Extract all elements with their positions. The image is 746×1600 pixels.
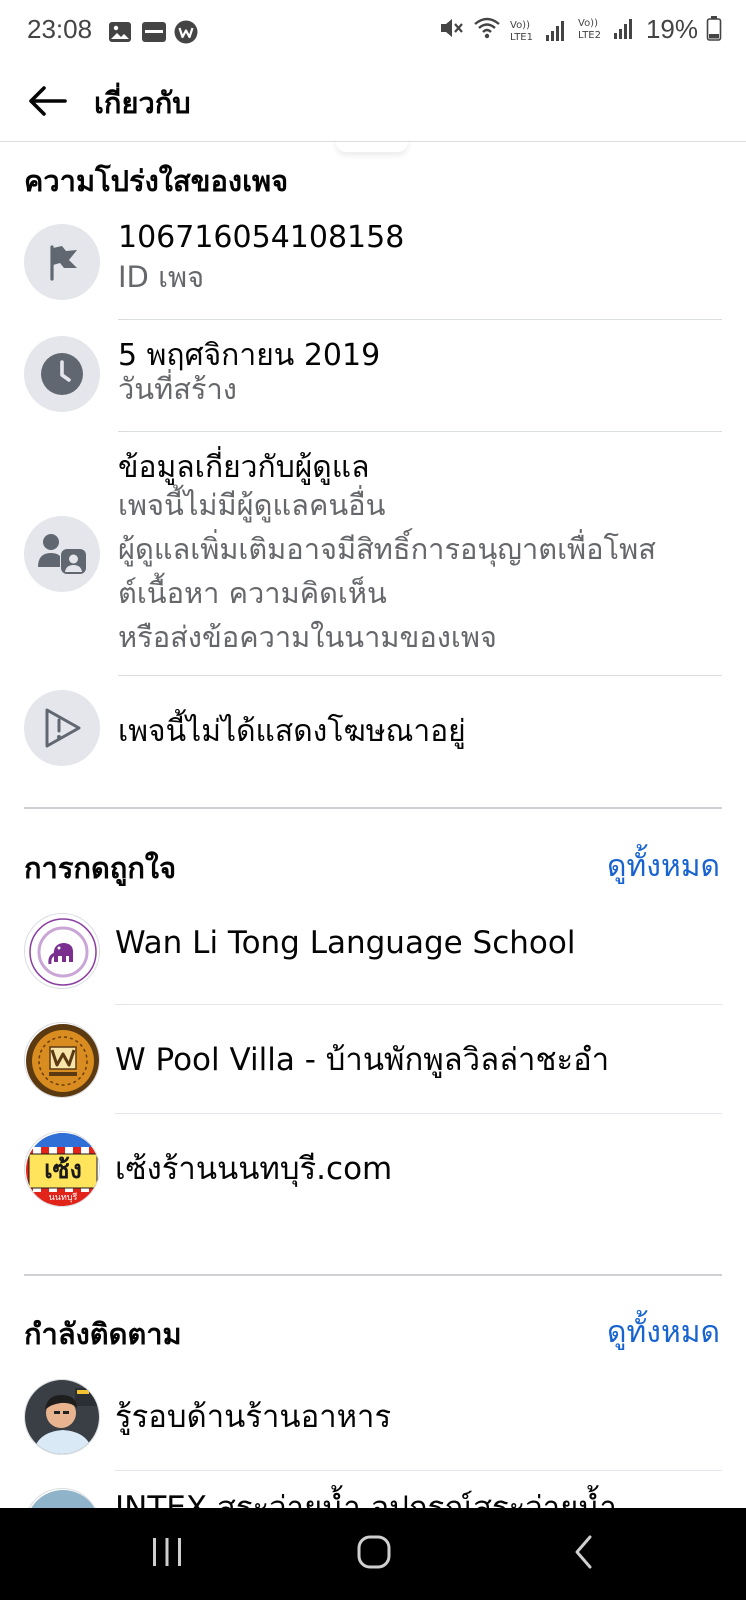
admin-info-line: ต์เนื้อหา ความคิดเห็น xyxy=(118,576,387,610)
following-page-name: INTEX สระว่ายน้ำ อุปกรณ์สระว่ายน้ำ xyxy=(115,1490,617,1508)
section-divider xyxy=(24,807,722,809)
home-button[interactable] xyxy=(344,1528,404,1580)
section-divider xyxy=(24,1274,722,1276)
divider xyxy=(118,319,722,320)
battery-percent: 19% xyxy=(645,14,698,44)
admin-info-line: เพจนี้ไม่มีผู้ดูแลคนอื่น xyxy=(118,488,386,522)
back-icon xyxy=(572,1534,596,1574)
liked-page-item[interactable]: เซ้ง นนทบุรี เซ้งร้านนนทบุรี.com xyxy=(0,1115,746,1223)
divider xyxy=(115,1004,722,1005)
battery-icon xyxy=(706,15,722,45)
divider xyxy=(115,1113,722,1114)
status-bar: 23:08 Vo)) LTE1 Vo)) LTE2 19% xyxy=(0,0,746,64)
scroll-shadow xyxy=(336,132,408,152)
liked-page-name: W Pool Villa - บ้านพักพูลวิลล่าชะอำ xyxy=(115,1042,610,1078)
divider xyxy=(118,431,722,432)
divider xyxy=(118,675,722,676)
svg-text:Vo)): Vo)) xyxy=(578,18,598,29)
back-nav-button[interactable] xyxy=(554,1528,614,1580)
svg-text:Vo)): Vo)) xyxy=(510,20,530,31)
page-title: เกี่ยวกับ xyxy=(94,86,191,120)
wifi-icon xyxy=(472,15,502,45)
avatar xyxy=(24,1488,100,1508)
ads-row: เพจนี้ไม่ได้แสดงโฆษณาอยู่ xyxy=(0,690,746,780)
page-id-label: ID เพจ xyxy=(118,260,205,294)
flag-icon xyxy=(24,224,100,300)
recents-icon xyxy=(149,1535,185,1573)
clock-icon xyxy=(24,336,100,412)
page-id-row: 106716054108158 ID เพจ xyxy=(0,218,746,318)
avatar-subtext: นนทบุรี xyxy=(48,1193,78,1203)
arrow-left-icon xyxy=(27,85,67,121)
following-page-item[interactable]: INTEX สระว่ายน้ำ อุปกรณ์สระว่ายน้ำ xyxy=(0,1472,746,1508)
home-icon xyxy=(356,1534,392,1574)
following-page-name: รู้รอบด้านร้านอาหาร xyxy=(115,1399,392,1435)
avatar xyxy=(24,1379,100,1455)
svg-text:LTE2: LTE2 xyxy=(578,30,601,41)
svg-text:LTE1: LTE1 xyxy=(510,32,533,43)
admin-info-line: ผู้ดูแลเพิ่มเติมอาจมีสิทธิ์การอนุญาตเพื่… xyxy=(118,532,656,566)
w-app-icon xyxy=(174,20,198,44)
ads-status: เพจนี้ไม่ได้แสดงโฆษณาอยู่ xyxy=(118,714,466,749)
ads-icon xyxy=(24,690,100,766)
liked-page-name: Wan Li Tong Language School xyxy=(115,925,576,961)
avatar xyxy=(24,913,100,989)
admin-info-line: หรือส่งข้อความในนามของเพจ xyxy=(118,620,497,654)
following-page-item[interactable]: รู้รอบด้านร้านอาหาร xyxy=(0,1363,746,1471)
created-row: 5 พฤศจิกายน 2019 วันที่สร้าง xyxy=(0,330,746,430)
following-see-all-link[interactable]: ดูทั้งหมด xyxy=(607,1309,720,1356)
app-header: เกี่ยวกับ xyxy=(0,64,746,142)
likes-title: การกดถูกใจ xyxy=(24,851,177,885)
lazada-icon xyxy=(141,20,167,44)
signal-lte1-icon: Vo)) LTE1 xyxy=(510,17,570,43)
system-nav-bar xyxy=(0,1508,746,1600)
following-title: กำลังติดตาม xyxy=(24,1317,182,1351)
back-button[interactable] xyxy=(22,78,72,128)
liked-page-item[interactable]: W Pool Villa - บ้านพักพูลวิลล่าชะอำ xyxy=(0,1006,746,1114)
status-time: 23:08 xyxy=(27,14,93,44)
avatar: เซ้ง นนทบุรี xyxy=(24,1131,100,1207)
admin-info-row: ข้อมูลเกี่ยวกับผู้ดูแล เพจนี้ไม่มีผู้ดูแ… xyxy=(0,442,746,672)
likes-see-all-link[interactable]: ดูทั้งหมด xyxy=(607,843,720,890)
divider xyxy=(115,1470,722,1471)
avatar xyxy=(24,1022,100,1098)
liked-page-name: เซ้งร้านนนทบุรี.com xyxy=(115,1151,393,1187)
transparency-title: ความโปร่งใสของเพจ xyxy=(24,164,289,198)
mute-icon xyxy=(438,15,464,45)
signal-lte2-icon: Vo)) LTE2 xyxy=(578,15,638,45)
liked-page-item[interactable]: Wan Li Tong Language School xyxy=(0,897,746,1005)
admin-icon xyxy=(24,516,100,592)
image-icon xyxy=(108,20,132,44)
avatar-text: เซ้ง xyxy=(44,1155,82,1184)
created-label: วันที่สร้าง xyxy=(118,372,237,406)
recents-button[interactable] xyxy=(137,1528,197,1580)
page-id-value: 106716054108158 xyxy=(118,220,405,255)
